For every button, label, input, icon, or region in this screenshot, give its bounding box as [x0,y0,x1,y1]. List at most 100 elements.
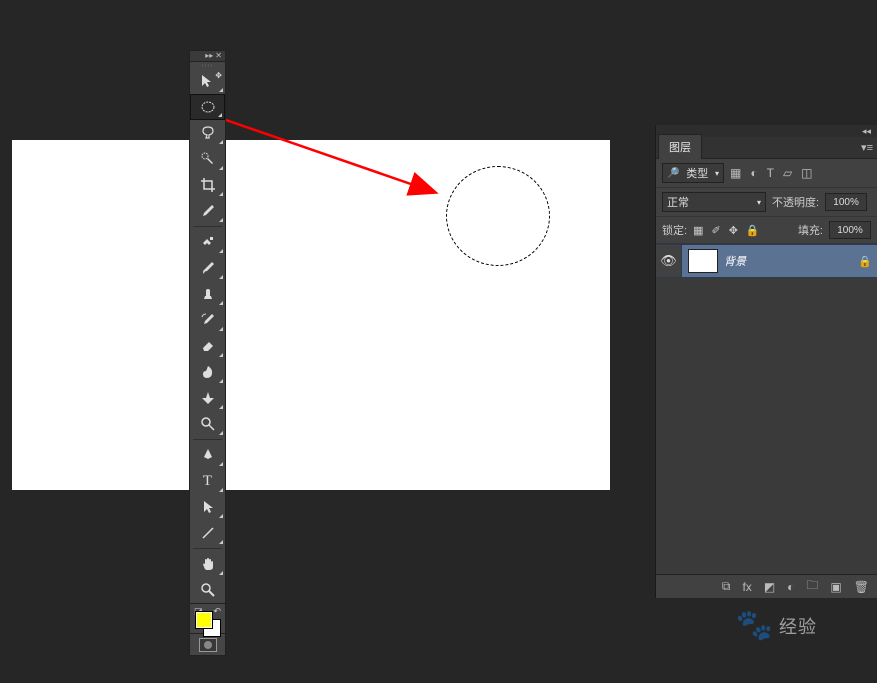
tool-divider [193,226,222,227]
lock-brush-icon[interactable]: ✐ [711,224,720,237]
filter-adjust-icon[interactable]: ◐ [750,166,757,180]
layer-filter-row: 🔎 类型 ▾ ▦ ◐ T ▱ ◫ [656,159,877,188]
paw-icon: 🐾 [736,608,773,643]
zoom-tool[interactable] [190,577,225,603]
type-icon: T [203,473,212,490]
flyout-icon [219,192,223,196]
flyout-icon [219,249,223,253]
new-layer-icon[interactable]: ▣ [830,580,841,594]
tools-panel-header: ▸▸ ✕ [189,50,226,62]
quick-mask-toggle[interactable] [189,634,226,656]
fill-input[interactable]: 100% [829,221,871,239]
close-icon[interactable]: ✕ [215,52,222,60]
lock-icons: ▦ ✐ ✥ 🔒 [693,224,760,237]
tool-divider [193,439,222,440]
dodge-tool[interactable] [190,385,225,411]
flyout-icon [219,140,223,144]
blend-mode-dropdown[interactable]: 正常 ▾ [662,192,766,212]
canvas[interactable] [12,140,610,490]
flyout-icon [219,353,223,357]
delete-layer-icon[interactable]: 🗑 [854,580,869,594]
flyout-icon [219,275,223,279]
elliptical-marquee-tool[interactable] [190,94,225,120]
eyedropper-tool[interactable] [190,198,225,224]
hand-tool[interactable] [190,551,225,577]
opacity-input[interactable]: 100% [825,193,867,211]
path-selection-tool[interactable] [190,494,225,520]
lock-label: 锁定: [662,222,687,238]
gradient-tool[interactable] [190,359,225,385]
flyout-icon [219,166,223,170]
clone-stamp-tool[interactable] [190,281,225,307]
new-adjustment-icon[interactable]: ◐ [787,580,794,594]
link-layers-icon[interactable]: ⧉ [722,579,731,594]
mask-mode-icon [204,641,212,649]
flyout-icon [219,488,223,492]
line-tool[interactable] [190,520,225,546]
flyout-icon [218,113,222,117]
layer-fx-icon[interactable]: fx [742,580,751,594]
layer-row[interactable]: 👁 背景 🔒 [656,244,877,278]
pen-tool[interactable] [190,442,225,468]
layer-name[interactable]: 背景 [724,253,853,269]
flyout-icon [219,88,223,92]
elliptical-selection [446,166,550,266]
filter-kind-dropdown[interactable]: 🔎 类型 ▾ [662,163,724,183]
tools-list: ✥ [189,68,226,604]
search-icon: 🔎 [667,168,679,179]
lock-transparent-icon[interactable]: ▦ [693,224,703,237]
layers-footer: ⧉ fx ◩ ◐ 🗀 ▣ 🗑 [656,574,877,598]
tools-panel: ▸▸ ✕ ✥ [189,50,226,656]
layer-thumbnail[interactable] [688,249,718,273]
fill-label: 填充: [798,222,823,238]
history-brush-tool[interactable] [190,307,225,333]
panel-tabbar: 图层 ▾≡ [656,137,877,159]
lasso-tool[interactable] [190,120,225,146]
swap-colors-icon[interactable]: ↶ [213,606,221,617]
foreground-color-swatch[interactable] [196,612,212,628]
watermark-text: 经验 [779,613,817,639]
panel-menu-icon[interactable]: ▾≡ [861,141,873,154]
new-group-icon[interactable]: 🗀 [806,576,818,597]
collapse-left-icon[interactable]: ◂◂ [862,126,871,137]
lock-all-icon[interactable]: 🔒 [746,224,760,237]
eye-icon: 👁 [660,253,677,269]
layers-panel: ◂◂ 图层 ▾≡ 🔎 类型 ▾ ▦ ◐ T ▱ ◫ 正常 ▾ 不透明度: 100… [655,125,877,598]
type-tool[interactable]: T [190,468,225,494]
tool-divider [193,548,222,549]
flyout-icon [219,514,223,518]
blur-tool[interactable] [190,411,225,437]
filter-shape-icon[interactable]: ▱ [783,166,792,180]
move-tool[interactable]: ✥ [190,68,225,94]
blend-row: 正常 ▾ 不透明度: 100% [656,188,877,217]
crop-tool[interactable] [190,172,225,198]
filter-type-icon[interactable]: T [767,166,774,180]
lock-row: 锁定: ▦ ✐ ✥ 🔒 填充: 100% [656,217,877,244]
flyout-icon [219,301,223,305]
chevron-down-icon: ▾ [757,198,761,207]
chevron-down-icon: ▾ [715,169,719,178]
lock-move-icon[interactable]: ✥ [729,224,738,237]
filter-kind-label: 类型 [686,165,708,181]
flyout-icon [219,405,223,409]
tab-layers[interactable]: 图层 [658,134,702,159]
flyout-icon [219,327,223,331]
flyout-icon [219,462,223,466]
filter-smart-icon[interactable]: ◫ [801,166,812,180]
add-mask-icon[interactable]: ◩ [764,580,775,594]
arrows-icon: ✥ [215,71,222,80]
filter-icons: ▦ ◐ T ▱ ◫ [730,166,813,180]
healing-brush-tool[interactable] [190,229,225,255]
quick-selection-tool[interactable] [190,146,225,172]
filter-pixel-icon[interactable]: ▦ [730,166,741,180]
collapse-icon[interactable]: ▸▸ [205,52,213,60]
layer-lock-icon[interactable]: 🔒 [853,255,877,268]
flyout-icon [219,218,223,222]
brush-tool[interactable] [190,255,225,281]
color-swatches: ◪ ↶ [189,604,226,634]
layer-list: 👁 背景 🔒 [656,244,877,574]
blend-mode-value: 正常 [667,194,689,210]
visibility-toggle[interactable]: 👁 [656,245,682,277]
eraser-tool[interactable] [190,333,225,359]
flyout-icon [219,571,223,575]
